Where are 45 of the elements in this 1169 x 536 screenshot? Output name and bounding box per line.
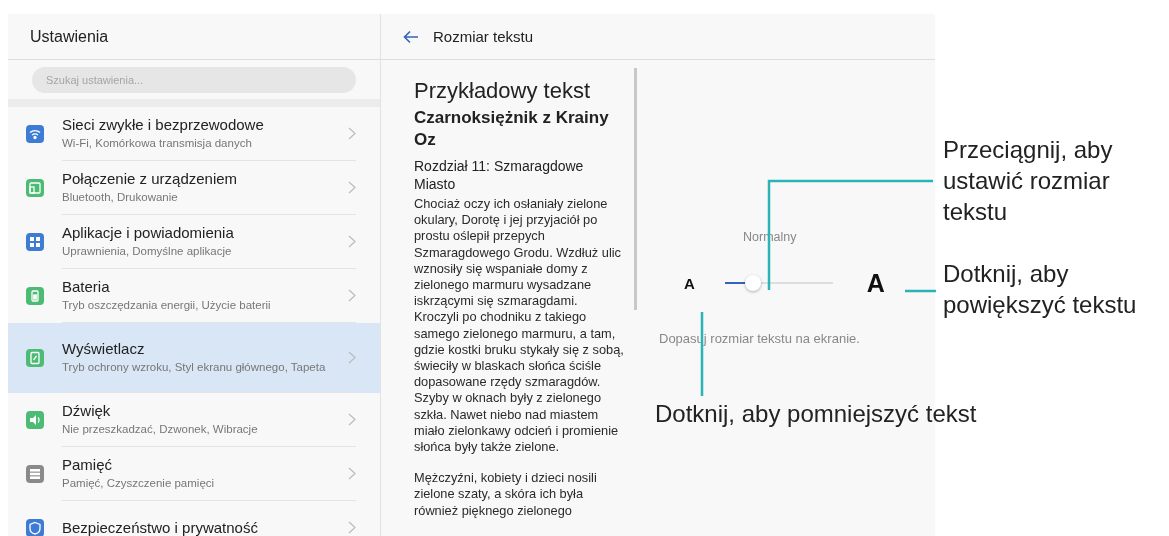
callout-text: Przeciągnij, aby ustawić rozmiar tekstu xyxy=(943,135,1114,227)
item-subtitle: Tryb oszczędzania energii, Użycie baterii xyxy=(62,298,272,313)
item-subtitle: Uprawnienia, Domyślne aplikacje xyxy=(62,244,233,259)
settings-item[interactable]: Sieci zwykłe i bezprzewodowe Wi-Fi, Komórkowa transmisja danych xyxy=(8,107,380,161)
settings-item[interactable]: Pamięć Pamięć, Czyszczenie pamięci xyxy=(8,447,380,501)
item-title: Bateria xyxy=(62,278,111,295)
chapter-title: Rozdział 11: Szmaragdowe Miasto xyxy=(414,157,585,193)
item-subtitle: Pamięć, Czyszczenie pamięci xyxy=(62,476,216,491)
search-field[interactable]: Szukaj ustawienia... xyxy=(32,67,356,93)
page-title: Rozmiar tekstu xyxy=(433,28,534,45)
chevron-right-icon xyxy=(348,127,356,140)
item-title: Dźwięk xyxy=(62,402,112,419)
item-subtitle: Nie przeszkadzać, Dzwonek, Wibracje xyxy=(62,422,259,437)
settings-item[interactable]: Połączenie z urządzeniem Bluetooth, Drukowanie xyxy=(8,161,380,215)
settings-item[interactable]: Dźwięk Nie przeszkadzać, Dzwonek, Wibracje xyxy=(8,393,380,447)
settings-item[interactable]: Bezpieczeństwo i prywatność xyxy=(8,501,380,536)
settings-title: Ustawienia xyxy=(30,27,109,46)
item-subtitle: Tryb ochrony wzroku, Styl ekranu głównego, Tapeta xyxy=(62,360,327,375)
item-title: Połączenie z urządzeniem xyxy=(62,170,239,187)
callout-text: Dotknij, aby pomniejszyć tekst xyxy=(655,399,978,429)
chevron-right-icon xyxy=(348,289,356,302)
preview-paragraph: Chociaż oczy ich osłaniały zielone okulary, Dorotę i jej przyjaciół po prostu oślepił przepych Szmaragdowego Grodu. Wzdłuż ulic wznosiły się wspaniałe domy z zielonego marmuru wysadzane iskrzącymi się szmaragdami. Kroczyli po chodniku z takiego samego zielonego marmuru, a tam, gdzie kostki bruku stykały się z sobą, świeciły w blaskach słońca ściśle dopasowane rzędy szmaragdów. Szyby w oknach były z zielonego szkła. Nawet niebo nad miastem miało zielonkawy odcień i promienie słońca były także zielone. xyxy=(414,196,624,456)
back-arrow-icon[interactable] xyxy=(403,29,419,44)
chevron-right-icon xyxy=(348,235,356,248)
settings-item[interactable]: Wyświetlacz Tryb ochrony wzroku, Styl ekranu głównego, Tapeta xyxy=(8,323,380,393)
chevron-right-icon xyxy=(348,351,356,364)
chevron-right-icon xyxy=(348,181,356,194)
item-title: Aplikacje i powiadomienia xyxy=(62,224,235,241)
item-subtitle: Wi-Fi, Komórkowa transmisja danych xyxy=(62,136,253,151)
increase-size-button[interactable]: A xyxy=(866,268,885,298)
callout-text: Dotknij, aby powiększyć tekstu xyxy=(943,259,1138,320)
item-title: Pamięć xyxy=(62,456,114,473)
item-title: Wyświetlacz xyxy=(62,340,146,357)
item-title: Bezpieczeństwo i prywatność xyxy=(62,519,259,536)
chevron-right-icon xyxy=(348,413,356,426)
slider-thumb[interactable] xyxy=(744,275,761,291)
preview-paragraph: Mężczyźni, kobiety i dzieci nosili zielone szaty, a skóra ich była również pięknego zielonego xyxy=(414,470,598,519)
chevron-right-icon xyxy=(348,467,356,480)
item-subtitle: Bluetooth, Drukowanie xyxy=(62,190,179,205)
decrease-size-button[interactable]: A xyxy=(684,274,695,292)
item-title: Sieci zwykłe i bezprzewodowe xyxy=(62,116,265,133)
chevron-right-icon xyxy=(348,521,356,534)
book-title: Czarnoksiężnik z Krainy Oz xyxy=(414,107,610,151)
preview-heading: Przykładowy tekst xyxy=(414,78,592,104)
settings-item[interactable]: Aplikacje i powiadomienia Uprawnienia, Domyślne aplikacje xyxy=(8,215,380,269)
